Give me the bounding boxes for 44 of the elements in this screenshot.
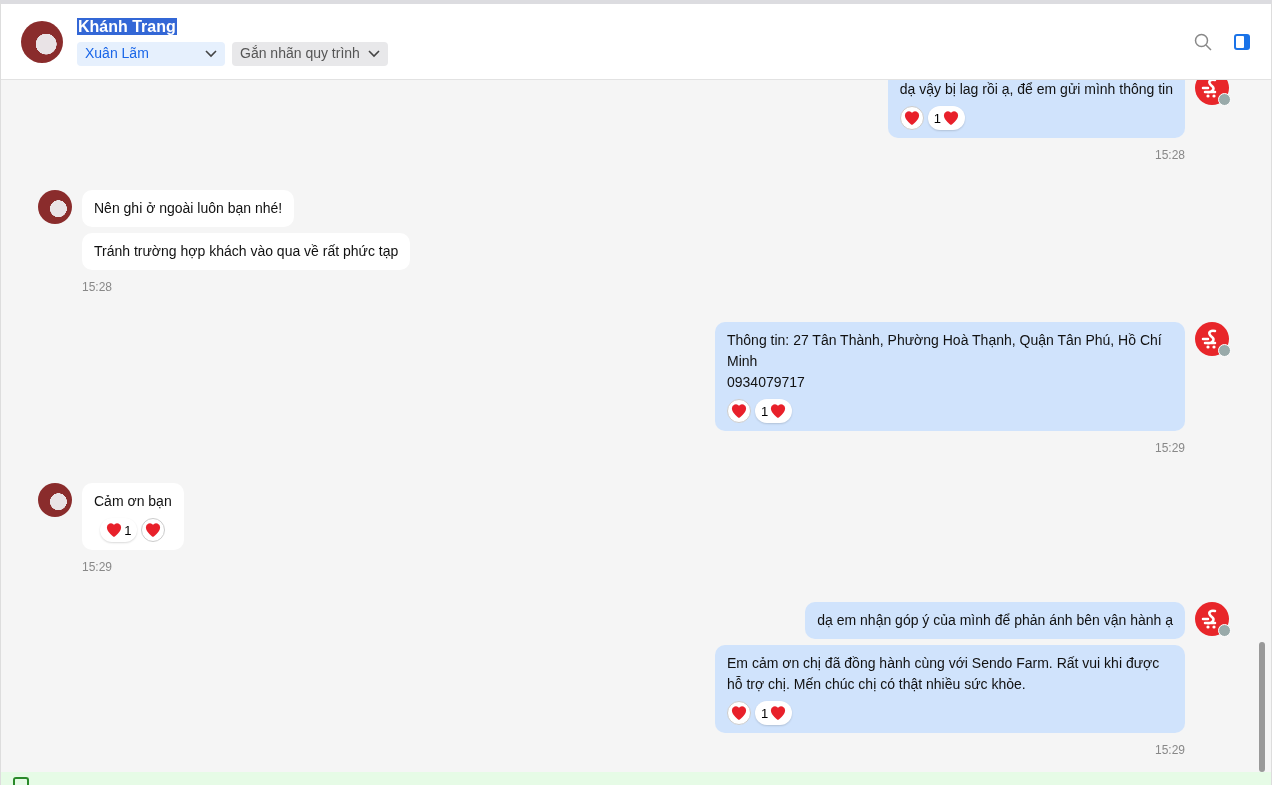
sender-avatar-photo bbox=[38, 483, 72, 517]
message-time: 15:29 bbox=[82, 559, 113, 576]
chevron-down-icon bbox=[367, 49, 380, 58]
message-bubble: Cảm ơn bạn 1 bbox=[82, 483, 184, 550]
heart-icon bbox=[731, 705, 747, 721]
heart-icon bbox=[770, 705, 787, 721]
heart-icon bbox=[145, 522, 162, 538]
side-panel-toggle-icon[interactable] bbox=[1233, 32, 1251, 51]
contact-name: Khánh Trang bbox=[77, 18, 177, 36]
reaction-count-chip[interactable]: 1 bbox=[755, 701, 793, 725]
shop-logo-icon bbox=[1195, 602, 1229, 636]
react-heart-button[interactable] bbox=[899, 106, 924, 130]
label-dropdown[interactable]: Gắn nhãn quy trình bbox=[232, 41, 388, 66]
heart-icon bbox=[731, 403, 747, 419]
agent-avatar-photo bbox=[1218, 93, 1231, 106]
message-time: 15:29 bbox=[1154, 742, 1185, 759]
search-icon[interactable] bbox=[1194, 32, 1212, 51]
heart-icon bbox=[106, 522, 123, 538]
reaction-count-chip[interactable]: 1 bbox=[100, 518, 138, 542]
chevron-down-icon bbox=[205, 49, 217, 58]
message-bubble: Thông tin: 27 Tân Thành, Phường Hoà Thạnh, Quận Tân Phú, Hồ Chí Minh 0934079717 1 bbox=[715, 322, 1185, 431]
react-heart-button[interactable] bbox=[141, 518, 166, 542]
shop-logo-icon bbox=[1195, 322, 1229, 356]
message-time: 15:28 bbox=[1154, 147, 1185, 164]
message-time: 15:28 bbox=[82, 279, 113, 296]
message-bubble: Em cảm ơn chị đã đồng hành cùng với Sendo Farm. Rất vui khi được hỗ trợ chị. Mến chúc chị có thật nhiều sức khỏe. 1 bbox=[715, 645, 1185, 733]
contact-avatar-photo bbox=[21, 20, 63, 63]
reaction-count-chip[interactable]: 1 bbox=[755, 399, 793, 423]
react-heart-button[interactable] bbox=[727, 399, 751, 423]
agent-avatar-photo bbox=[1218, 624, 1231, 637]
message-bubble: Nên ghi ở ngoài luôn bạn nhé! bbox=[82, 190, 295, 227]
heart-icon bbox=[770, 403, 787, 419]
message-time: 15:29 bbox=[1154, 440, 1185, 457]
agent-avatar-photo bbox=[1218, 344, 1231, 357]
reaction-count-chip[interactable]: 1 bbox=[927, 106, 966, 130]
message-bubble: dạ em nhận góp ý của mình để phản ánh bên vận hành ạ bbox=[805, 602, 1185, 639]
heart-icon bbox=[943, 110, 960, 126]
react-heart-button[interactable] bbox=[727, 701, 751, 725]
scrollbar-thumb[interactable] bbox=[1259, 642, 1265, 772]
message-bubble: Tránh trường hợp khách vào qua về rất phức tạp bbox=[82, 233, 411, 270]
sender-avatar-photo bbox=[38, 190, 72, 224]
heart-icon bbox=[903, 110, 920, 126]
assignee-dropdown[interactable]: Xuân Lãm bbox=[77, 41, 225, 66]
message-bubble: dạ vậy bị lag rồi ạ, để em gửi mình thông tin 1 bbox=[887, 80, 1185, 138]
